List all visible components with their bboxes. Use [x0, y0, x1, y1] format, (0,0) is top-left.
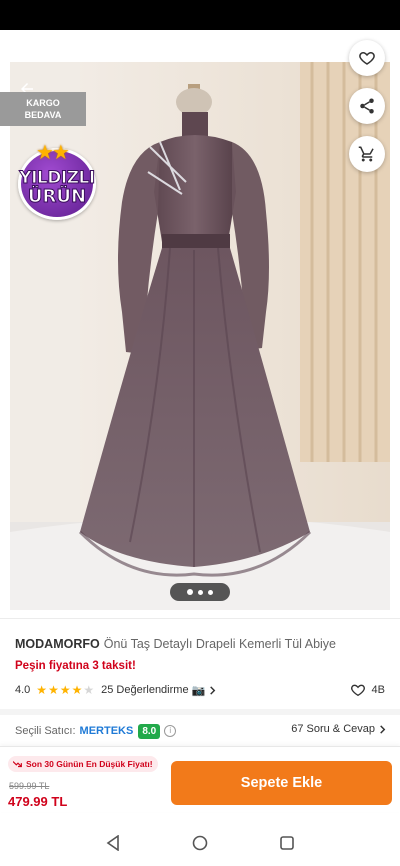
- info-icon[interactable]: i: [164, 725, 177, 737]
- old-price: 599.99 TL: [9, 781, 50, 791]
- favorite-button[interactable]: [349, 40, 385, 76]
- nav-home-button[interactable]: [185, 828, 215, 858]
- heart-icon: [359, 51, 375, 65]
- qa-label: 67 Soru & Cevap: [291, 723, 375, 735]
- reviews-count: 25 Değerlendirme: [101, 684, 189, 696]
- nav-recents-button[interactable]: [272, 828, 302, 858]
- heart-icon: [350, 684, 365, 697]
- circle-home-icon: [192, 835, 208, 851]
- cart-icon: [358, 146, 374, 162]
- qa-link[interactable]: 67 Soru & Cevap: [291, 723, 387, 735]
- camera-icon: 📷: [191, 684, 206, 697]
- free-shipping-line2: BEDAVA: [24, 110, 62, 120]
- lowest-price-text: Son 30 Günün En Düşük Fiyatı!: [26, 759, 153, 769]
- star-empty-icon: ★: [83, 683, 95, 697]
- gallery-pagination[interactable]: [170, 583, 230, 601]
- pagination-dot[interactable]: [198, 589, 203, 595]
- pagination-dot[interactable]: [187, 589, 193, 595]
- reviews-link[interactable]: 25 Değerlendirme 📷: [101, 684, 217, 697]
- section-divider: [0, 709, 400, 715]
- nav-back-button[interactable]: [98, 828, 128, 858]
- trend-down-icon: [13, 761, 22, 768]
- product-name: Önü Taş Detaylı Drapeli Kemerli Tül Abiy…: [103, 637, 337, 651]
- square-recents-icon: [279, 836, 294, 850]
- starred-badge-line2: ÜRÜN: [27, 186, 87, 208]
- starred-product-badge: ★★ YILDIZLI ÜRÜN: [8, 140, 106, 222]
- star-icon: ★: [36, 683, 48, 697]
- chevron-right-icon: [210, 685, 216, 695]
- purchase-bar: Son 30 Günün En Düşük Fiyatı! 599.99 TL …: [0, 746, 400, 812]
- brand-name[interactable]: MODAMORFO: [15, 637, 100, 651]
- pagination-dot[interactable]: [208, 589, 213, 595]
- product-title: MODAMORFO Önü Taş Detaylı Drapeli Kemerli…: [15, 637, 390, 651]
- free-shipping-badge: KARGO BEDAVA: [0, 92, 86, 126]
- add-to-cart-button[interactable]: Sepete Ekle: [171, 761, 392, 805]
- installment-text: Peşin fiyatına 3 taksit!: [15, 660, 136, 672]
- current-price: 479.99 TL: [8, 794, 68, 809]
- star-icon: ★: [71, 683, 83, 697]
- seller-row: Seçili Satıcı: MERTEKS 8.0 i 67 Soru & C…: [15, 722, 387, 740]
- seller-name-link[interactable]: MERTEKS: [80, 725, 134, 737]
- star-icon: ★: [59, 683, 71, 697]
- system-nav-bar: [0, 820, 400, 866]
- seller-score-badge: 8.0: [138, 723, 161, 739]
- favorites-count-button[interactable]: 4B: [350, 682, 385, 698]
- chevron-right-icon: [380, 724, 386, 734]
- triangle-back-icon: [106, 835, 120, 851]
- star-icon: ★: [48, 683, 59, 697]
- divider: [0, 618, 400, 619]
- cart-button[interactable]: [349, 136, 385, 172]
- star-icon: ★★: [36, 142, 70, 164]
- share-button[interactable]: [349, 88, 385, 124]
- share-icon: [360, 98, 374, 114]
- rating-value: 4.0: [15, 684, 31, 696]
- free-shipping-line1: KARGO: [26, 98, 60, 108]
- rating-row: 4.0 ★ ★ ★ ★ ★ 25 Değerlendirme 📷 4B: [15, 682, 385, 698]
- rating-stars: ★ ★ ★ ★ ★: [36, 684, 94, 696]
- status-bar: [0, 0, 400, 30]
- starred-badge-line1: YILDIZLI: [19, 168, 96, 189]
- lowest-price-badge: Son 30 Günün En Düşük Fiyatı!: [8, 756, 158, 772]
- seller-label: Seçili Satıcı:: [15, 725, 76, 737]
- favorites-count: 4B: [371, 684, 385, 696]
